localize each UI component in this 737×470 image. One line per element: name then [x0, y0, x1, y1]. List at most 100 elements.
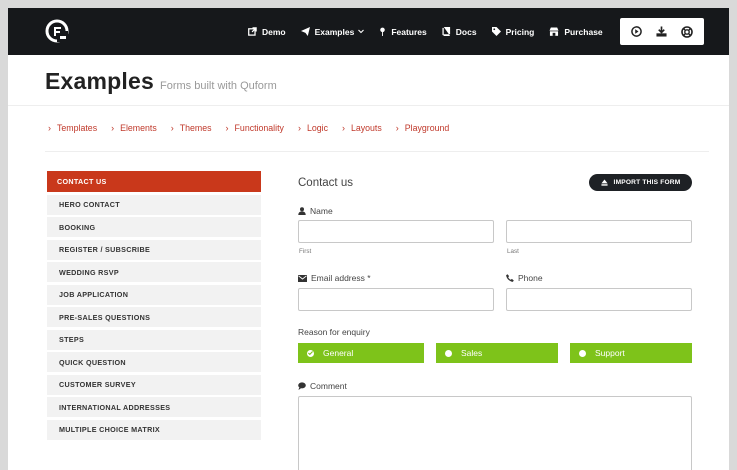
- email-label-text: Email address *: [311, 273, 371, 283]
- user-icon: [298, 207, 306, 215]
- reason-option-sales[interactable]: Sales: [436, 343, 558, 363]
- sidebar-item-job-application[interactable]: JOB APPLICATION: [47, 284, 261, 305]
- sidebar-item-steps[interactable]: STEPS: [47, 329, 261, 350]
- nav-pricing[interactable]: Pricing: [491, 26, 535, 37]
- subnav-playground[interactable]: › Playground: [396, 123, 450, 133]
- divider: [45, 151, 709, 152]
- phone-icon: [506, 274, 514, 282]
- import-form-button[interactable]: IMPORT THIS FORM: [589, 174, 692, 191]
- sidebar-item-multiple-choice-matrix[interactable]: MULTIPLE CHOICE MATRIX: [47, 419, 261, 440]
- nav-pricing-label: Pricing: [505, 26, 535, 37]
- radio-circle-icon: [579, 349, 586, 357]
- last-sublabel: Last: [507, 248, 519, 255]
- subnav-functionality[interactable]: › Functionality: [226, 123, 284, 133]
- first-name-input[interactable]: [298, 220, 494, 243]
- name-label-text: Name: [310, 206, 333, 216]
- chevron-right-icon: ›: [111, 123, 115, 133]
- subnav-logic[interactable]: › Logic: [298, 123, 328, 133]
- subnav-label: Functionality: [234, 123, 284, 133]
- import-form-label: IMPORT THIS FORM: [613, 179, 681, 186]
- chevron-right-icon: ›: [170, 123, 174, 133]
- nav-examples[interactable]: Examples: [300, 26, 365, 37]
- check-circle-icon: [307, 349, 314, 357]
- sidebar-item-contact-us[interactable]: CONTACT US: [47, 171, 261, 192]
- shop-icon: [549, 27, 559, 36]
- subnav-label: Layouts: [350, 123, 382, 133]
- chevron-down-icon: [358, 29, 365, 34]
- reason-label: Reason for enquiry: [298, 327, 370, 337]
- nav-examples-label: Examples: [314, 26, 355, 37]
- nav-purchase-label: Purchase: [564, 26, 603, 37]
- divider: [8, 105, 729, 106]
- subnav-elements[interactable]: › Elements: [111, 123, 157, 133]
- nav-purchase[interactable]: Purchase: [549, 26, 603, 37]
- external-link-icon: [248, 27, 257, 36]
- quick-icons-bar: [620, 18, 704, 45]
- nav-demo[interactable]: Demo: [248, 27, 286, 37]
- map-pin-icon: [380, 27, 386, 36]
- tag-icon: [491, 27, 501, 36]
- sidebar-item-register-subscribe[interactable]: REGISTER / SUBSCRIBE: [47, 239, 261, 260]
- email-label: Email address *: [298, 273, 371, 283]
- page-subtitle: Forms built with Quform: [160, 80, 277, 92]
- envelope-icon: [298, 274, 307, 282]
- chevron-right-icon: ›: [297, 123, 301, 133]
- radio-circle-icon: [445, 349, 452, 357]
- reason-option-label: Support: [595, 348, 625, 358]
- eject-icon: [600, 179, 608, 186]
- top-header: Demo Examples Features Docs Pricing Purc…: [8, 8, 729, 55]
- chevron-right-icon: ›: [341, 123, 345, 133]
- reason-option-label: General: [323, 348, 354, 358]
- nav-features-label: Features: [391, 26, 427, 37]
- subnav-label: Templates: [57, 123, 98, 133]
- reason-option-label: Sales: [461, 348, 483, 358]
- phone-label-text: Phone: [518, 273, 543, 283]
- sidebar-item-hero-contact[interactable]: HERO CONTACT: [47, 194, 261, 215]
- reason-option-general[interactable]: General: [298, 343, 424, 363]
- subnav-layouts[interactable]: › Layouts: [342, 123, 382, 133]
- examples-sidebar: CONTACT US HERO CONTACT BOOKING REGISTER…: [47, 171, 261, 442]
- first-sublabel: First: [299, 248, 312, 255]
- sidebar-item-customer-survey[interactable]: CUSTOMER SURVEY: [47, 374, 261, 395]
- phone-field[interactable]: [506, 288, 692, 311]
- examples-subnav: › Templates › Elements › Themes › Functional…: [48, 123, 463, 133]
- nav-features[interactable]: Features: [379, 26, 427, 37]
- chevron-right-icon: ›: [395, 123, 399, 133]
- subnav-label: Playground: [404, 123, 450, 133]
- download-icon[interactable]: [652, 22, 672, 42]
- name-label: Name: [298, 206, 333, 216]
- comment-icon: [298, 382, 306, 390]
- chevron-right-icon: ›: [48, 123, 51, 133]
- page-frame: Demo Examples Features Docs Pricing Purc…: [8, 8, 729, 470]
- sidebar-item-pre-sales-questions[interactable]: PRE-SALES QUESTIONS: [47, 307, 261, 327]
- page-title: Examples: [45, 68, 154, 94]
- subnav-label: Themes: [179, 123, 212, 133]
- page-header: Examples Forms built with Quform: [45, 68, 277, 95]
- play-icon[interactable]: [627, 22, 647, 42]
- nav-demo-label: Demo: [262, 26, 286, 37]
- sidebar-item-international-addresses[interactable]: INTERNATIONAL ADDRESSES: [47, 397, 261, 417]
- support-icon[interactable]: [677, 22, 697, 42]
- comment-label-text: Comment: [310, 381, 347, 391]
- main-nav: Demo Examples Features Docs Pricing Purc…: [248, 8, 618, 55]
- sidebar-item-booking[interactable]: BOOKING: [47, 217, 261, 237]
- nav-docs-label: Docs: [455, 26, 477, 37]
- comment-label: Comment: [298, 381, 347, 391]
- comment-textarea[interactable]: [298, 396, 692, 470]
- book-icon: [442, 27, 450, 36]
- form-title: Contact us: [298, 177, 353, 189]
- sidebar-item-quick-question[interactable]: QUICK QUESTION: [47, 352, 261, 372]
- reason-option-support[interactable]: Support: [570, 343, 692, 363]
- subnav-themes[interactable]: › Themes: [171, 123, 212, 133]
- subnav-label: Elements: [120, 123, 157, 133]
- subnav-label: Logic: [306, 123, 328, 133]
- subnav-templates[interactable]: › Templates: [48, 123, 97, 133]
- chevron-right-icon: ›: [225, 123, 229, 133]
- nav-docs[interactable]: Docs: [442, 27, 477, 37]
- email-field[interactable]: [298, 288, 494, 311]
- sidebar-item-wedding-rsvp[interactable]: WEDDING RSVP: [47, 262, 261, 282]
- paper-plane-icon: [300, 27, 310, 36]
- quform-logo-icon[interactable]: [45, 19, 69, 43]
- phone-label: Phone: [506, 273, 543, 283]
- last-name-input[interactable]: [506, 220, 692, 243]
